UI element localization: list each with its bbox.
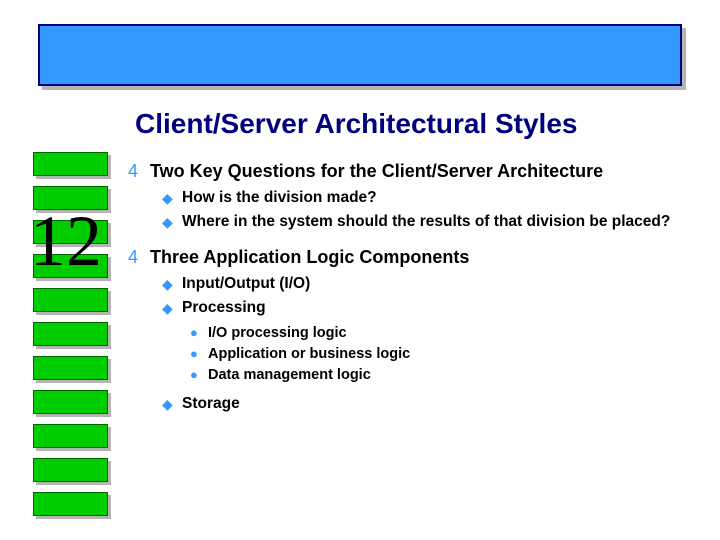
bullet-l2: ◆ Processing: [162, 298, 688, 318]
bullet-l2: ◆ Where in the system should the results…: [162, 212, 688, 232]
bullet-l1: 4 Three Application Logic Components ◆ I…: [128, 246, 688, 414]
bullet-l1-icon: 4: [128, 160, 150, 182]
accent-bar-1: [33, 152, 108, 176]
slide-number: 12: [30, 200, 102, 283]
accent-bar-5: [33, 288, 108, 312]
bullet-l3: ● I/O processing logic: [190, 324, 688, 342]
bullet-l1: 4 Two Key Questions for the Client/Serve…: [128, 160, 688, 232]
content-body: 4 Two Key Questions for the Client/Serve…: [128, 160, 688, 428]
bullet-l3: ● Data management logic: [190, 366, 688, 384]
bullet-l2-icon: ◆: [162, 274, 182, 294]
header-bar: [38, 24, 682, 86]
bullet-l1-text: Three Application Logic Components: [150, 246, 469, 268]
bullet-l3-icon: ●: [190, 324, 208, 342]
bullet-l3-icon: ●: [190, 366, 208, 384]
accent-bar-10: [33, 458, 108, 482]
accent-bar-8: [33, 390, 108, 414]
bullet-l1-icon: 4: [128, 246, 150, 268]
accent-bar-11: [33, 492, 108, 516]
bullet-l2-icon: ◆: [162, 298, 182, 318]
bullet-l2-text: Input/Output (I/O): [182, 274, 310, 294]
bullet-l2-text: How is the division made?: [182, 188, 377, 208]
accent-bar-6: [33, 322, 108, 346]
bullet-l2-icon: ◆: [162, 212, 182, 232]
slide: 12 Client/Server Architectural Styles 4 …: [0, 0, 720, 540]
bullet-l2-icon: ◆: [162, 394, 182, 414]
bullet-l3-text: I/O processing logic: [208, 324, 347, 342]
slide-title: Client/Server Architectural Styles: [135, 108, 685, 140]
bullet-l3-text: Data management logic: [208, 366, 371, 384]
header-bar-fill: [38, 24, 682, 86]
bullet-l2-text: Storage: [182, 394, 240, 414]
bullet-l2-text: Processing: [182, 298, 266, 318]
bullet-l2-text: Where in the system should the results o…: [182, 212, 670, 232]
accent-bar-9: [33, 424, 108, 448]
bullet-l1-text: Two Key Questions for the Client/Server …: [150, 160, 603, 182]
accent-bar-7: [33, 356, 108, 380]
bullet-l2: ◆ How is the division made?: [162, 188, 688, 208]
bullet-l2: ◆ Input/Output (I/O): [162, 274, 688, 294]
bullet-l3-text: Application or business logic: [208, 345, 410, 363]
bullet-l2-icon: ◆: [162, 188, 182, 208]
bullet-l2: ◆ Storage: [162, 394, 688, 414]
bullet-l3: ● Application or business logic: [190, 345, 688, 363]
bullet-l3-icon: ●: [190, 345, 208, 363]
